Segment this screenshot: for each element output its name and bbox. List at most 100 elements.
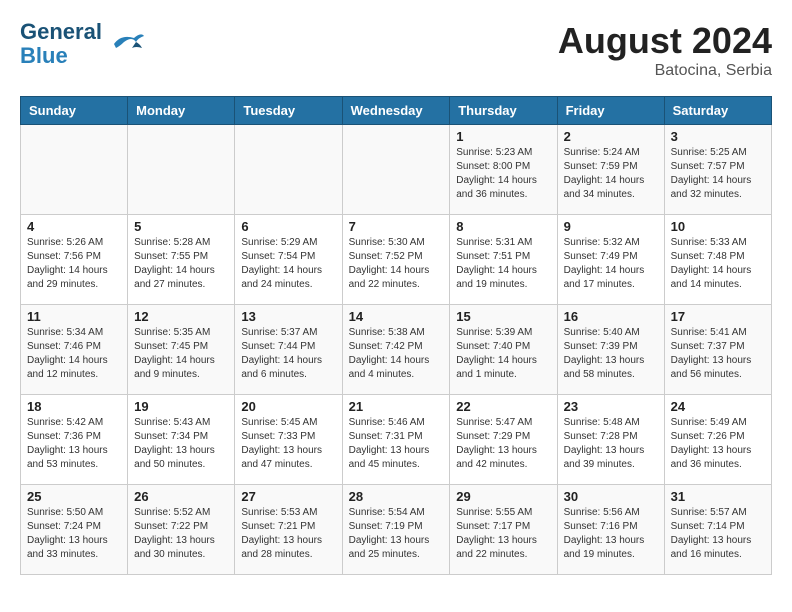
day-info: Sunrise: 5:29 AMSunset: 7:54 PMDaylight:… [241, 236, 335, 292]
logo: GeneralBlue [20, 20, 146, 68]
calendar-cell: 20 Sunrise: 5:45 AMSunset: 7:33 PMDayligh… [235, 395, 342, 485]
day-info: Sunrise: 5:28 AMSunset: 7:55 PMDaylight:… [134, 236, 228, 292]
day-info: Sunrise: 5:34 AMSunset: 7:46 PMDaylight:… [27, 326, 121, 382]
calendar-cell: 4Sunrise: 5:26 AMSunset: 7:56 PMDaylight… [21, 215, 128, 305]
day-info: Sunrise: 5:38 AMSunset: 7:42 PMDaylight:… [349, 326, 444, 382]
calendar-cell: 21 Sunrise: 5:46 AMSunset: 7:31 PMDayligh… [342, 395, 450, 485]
day-number: 8 [456, 219, 550, 234]
calendar-table: SundayMondayTuesdayWednesdayThursdayFrid… [20, 96, 772, 575]
day-number: 31 [671, 489, 765, 504]
day-number: 14 [349, 309, 444, 324]
weekday-header-sunday: Sunday [21, 97, 128, 125]
day-number: 3 [671, 129, 765, 144]
calendar-cell: 17Sunrise: 5:41 AMSunset: 7:37 PMDayligh… [664, 305, 771, 395]
day-number: 7 [349, 219, 444, 234]
day-number: 4 [27, 219, 121, 234]
calendar-cell: 3 Sunrise: 5:25 AMSunset: 7:57 PMDaylight… [664, 125, 771, 215]
weekday-header-thursday: Thursday [450, 97, 557, 125]
day-number: 6 [241, 219, 335, 234]
calendar-week-row: 25 Sunrise: 5:50 AMSunset: 7:24 PMDayligh… [21, 485, 772, 575]
day-number: 19 [134, 399, 228, 414]
day-info: Sunrise: 5:31 AMSunset: 7:51 PMDaylight:… [456, 236, 550, 292]
day-number: 20 [241, 399, 335, 414]
calendar-cell [342, 125, 450, 215]
day-number: 18 [27, 399, 121, 414]
month-year: August 2024 [558, 20, 772, 62]
day-info: Sunrise: 5:46 AMSunset: 7:31 PMDaylight:… [349, 416, 444, 472]
day-number: 15 [456, 309, 550, 324]
day-number: 17 [671, 309, 765, 324]
calendar-cell: 30 Sunrise: 5:56 AMSunset: 7:16 PMDayligh… [557, 485, 664, 575]
calendar-cell: 10 Sunrise: 5:33 AMSunset: 7:48 PMDayligh… [664, 215, 771, 305]
location: Batocina, Serbia [558, 62, 772, 80]
day-info: Sunrise: 5:39 AMSunset: 7:40 PMDaylight:… [456, 326, 550, 382]
day-info: Sunrise: 5:25 AMSunset: 7:57 PMDaylight:… [671, 146, 765, 202]
day-info: Sunrise: 5:48 AMSunset: 7:28 PMDaylight:… [564, 416, 658, 472]
day-info: Sunrise: 5:32 AMSunset: 7:49 PMDaylight:… [564, 236, 658, 292]
calendar-cell: 16 Sunrise: 5:40 AMSunset: 7:39 PMDayligh… [557, 305, 664, 395]
calendar-cell: 31 Sunrise: 5:57 AMSunset: 7:14 PMDayligh… [664, 485, 771, 575]
weekday-header-friday: Friday [557, 97, 664, 125]
calendar-week-row: 11 Sunrise: 5:34 AMSunset: 7:46 PMDayligh… [21, 305, 772, 395]
calendar-cell: 19 Sunrise: 5:43 AMSunset: 7:34 PMDayligh… [128, 395, 235, 485]
calendar-cell: 6 Sunrise: 5:29 AMSunset: 7:54 PMDaylight… [235, 215, 342, 305]
calendar-cell: 12Sunrise: 5:35 AMSunset: 7:45 PMDayligh… [128, 305, 235, 395]
day-number: 24 [671, 399, 765, 414]
calendar-week-row: 4Sunrise: 5:26 AMSunset: 7:56 PMDaylight… [21, 215, 772, 305]
day-info: Sunrise: 5:49 AMSunset: 7:26 PMDaylight:… [671, 416, 765, 472]
weekday-header-tuesday: Tuesday [235, 97, 342, 125]
calendar-cell [21, 125, 128, 215]
weekday-header-monday: Monday [128, 97, 235, 125]
day-number: 21 [349, 399, 444, 414]
day-info: Sunrise: 5:55 AMSunset: 7:17 PMDaylight:… [456, 506, 550, 562]
page-header: GeneralBlue August 2024 Batocina, Serbia [20, 20, 772, 80]
day-number: 22 [456, 399, 550, 414]
day-info: Sunrise: 5:43 AMSunset: 7:34 PMDaylight:… [134, 416, 228, 472]
day-info: Sunrise: 5:37 AMSunset: 7:44 PMDaylight:… [241, 326, 335, 382]
calendar-week-row: 18 Sunrise: 5:42 AMSunset: 7:36 PMDayligh… [21, 395, 772, 485]
day-info: Sunrise: 5:45 AMSunset: 7:33 PMDaylight:… [241, 416, 335, 472]
day-info: Sunrise: 5:52 AMSunset: 7:22 PMDaylight:… [134, 506, 228, 562]
day-number: 26 [134, 489, 228, 504]
title-block: August 2024 Batocina, Serbia [558, 20, 772, 80]
calendar-cell: 24 Sunrise: 5:49 AMSunset: 7:26 PMDayligh… [664, 395, 771, 485]
day-info: Sunrise: 5:23 AMSunset: 8:00 PMDaylight:… [456, 146, 550, 202]
calendar-cell: 28 Sunrise: 5:54 AMSunset: 7:19 PMDayligh… [342, 485, 450, 575]
day-info: Sunrise: 5:30 AMSunset: 7:52 PMDaylight:… [349, 236, 444, 292]
day-info: Sunrise: 5:57 AMSunset: 7:14 PMDaylight:… [671, 506, 765, 562]
day-info: Sunrise: 5:56 AMSunset: 7:16 PMDaylight:… [564, 506, 658, 562]
day-info: Sunrise: 5:24 AMSunset: 7:59 PMDaylight:… [564, 146, 658, 202]
day-number: 29 [456, 489, 550, 504]
calendar-cell: 18 Sunrise: 5:42 AMSunset: 7:36 PMDayligh… [21, 395, 128, 485]
calendar-cell: 11 Sunrise: 5:34 AMSunset: 7:46 PMDayligh… [21, 305, 128, 395]
calendar-cell: 9Sunrise: 5:32 AMSunset: 7:49 PMDaylight… [557, 215, 664, 305]
logo-bird-icon [106, 26, 146, 62]
day-number: 25 [27, 489, 121, 504]
calendar-cell: 27Sunrise: 5:53 AMSunset: 7:21 PMDayligh… [235, 485, 342, 575]
day-number: 1 [456, 129, 550, 144]
calendar-week-row: 1 Sunrise: 5:23 AMSunset: 8:00 PMDaylight… [21, 125, 772, 215]
day-info: Sunrise: 5:47 AMSunset: 7:29 PMDaylight:… [456, 416, 550, 472]
day-number: 11 [27, 309, 121, 324]
calendar-cell [128, 125, 235, 215]
weekday-header-saturday: Saturday [664, 97, 771, 125]
day-info: Sunrise: 5:54 AMSunset: 7:19 PMDaylight:… [349, 506, 444, 562]
calendar-cell: 26 Sunrise: 5:52 AMSunset: 7:22 PMDayligh… [128, 485, 235, 575]
weekday-header-wednesday: Wednesday [342, 97, 450, 125]
calendar-cell: 14 Sunrise: 5:38 AMSunset: 7:42 PMDayligh… [342, 305, 450, 395]
day-info: Sunrise: 5:53 AMSunset: 7:21 PMDaylight:… [241, 506, 335, 562]
day-info: Sunrise: 5:40 AMSunset: 7:39 PMDaylight:… [564, 326, 658, 382]
day-info: Sunrise: 5:42 AMSunset: 7:36 PMDaylight:… [27, 416, 121, 472]
day-number: 5 [134, 219, 228, 234]
calendar-cell: 5 Sunrise: 5:28 AMSunset: 7:55 PMDaylight… [128, 215, 235, 305]
day-number: 16 [564, 309, 658, 324]
day-number: 30 [564, 489, 658, 504]
calendar-cell: 25 Sunrise: 5:50 AMSunset: 7:24 PMDayligh… [21, 485, 128, 575]
day-number: 13 [241, 309, 335, 324]
logo-text: GeneralBlue [20, 20, 102, 68]
day-number: 10 [671, 219, 765, 234]
day-info: Sunrise: 5:33 AMSunset: 7:48 PMDaylight:… [671, 236, 765, 292]
day-number: 28 [349, 489, 444, 504]
day-info: Sunrise: 5:50 AMSunset: 7:24 PMDaylight:… [27, 506, 121, 562]
day-info: Sunrise: 5:35 AMSunset: 7:45 PMDaylight:… [134, 326, 228, 382]
